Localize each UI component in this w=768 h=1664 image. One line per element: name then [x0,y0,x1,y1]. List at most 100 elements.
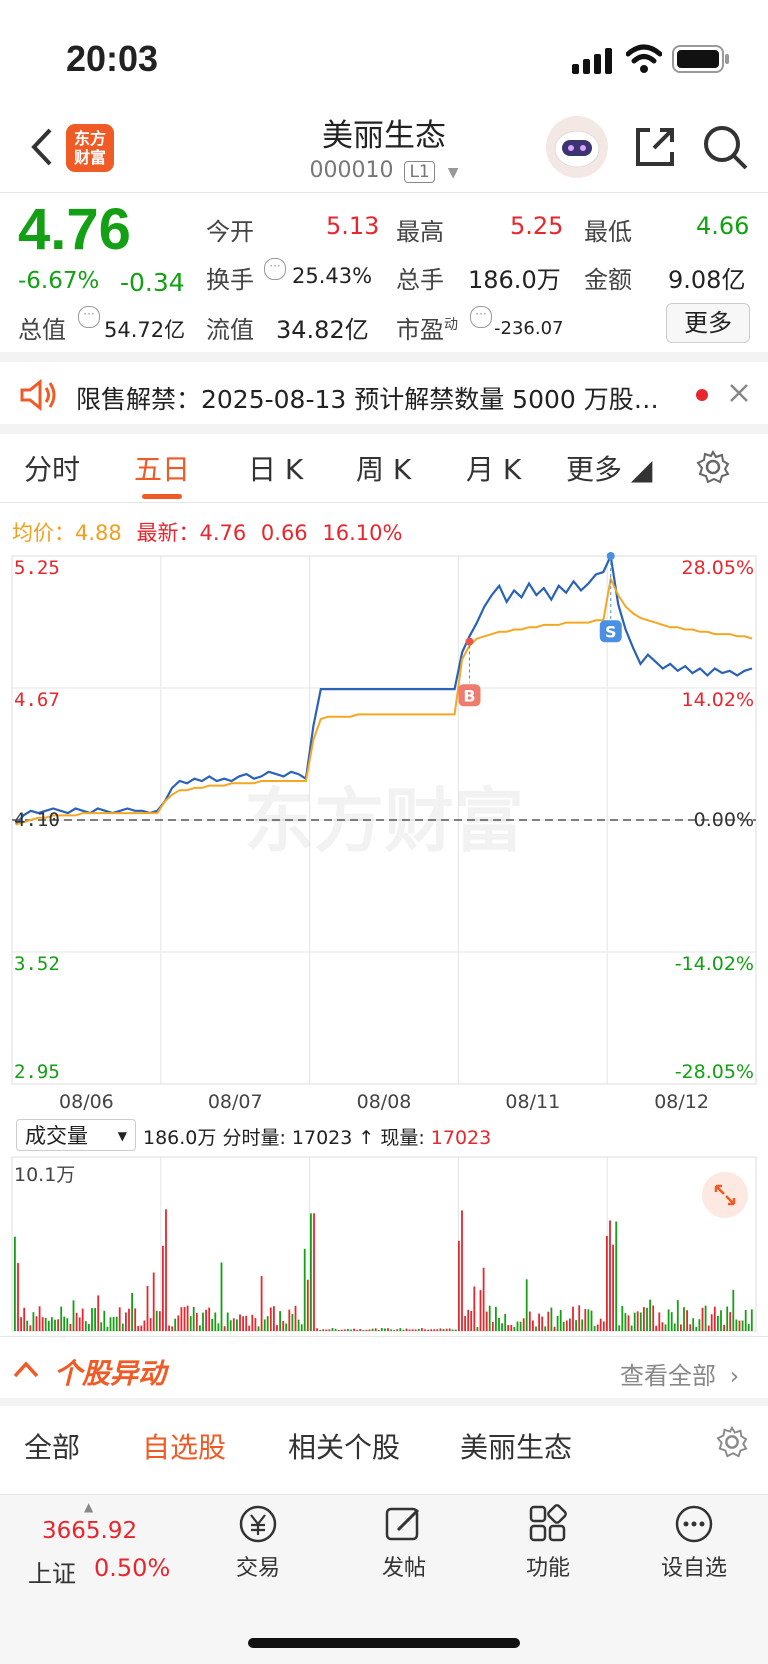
change-pct: -6.67% [18,268,100,294]
volume-bar [263,1319,266,1331]
volume-bar [353,1328,355,1331]
tab-4[interactable]: 月 K [466,448,521,488]
volume-bar [177,1315,180,1331]
add-watch-button[interactable]: 设自选 [654,1504,734,1582]
volume-bar [300,1324,303,1331]
volume-bar [199,1325,201,1331]
tab-1[interactable]: 五日 [134,448,190,499]
share-icon[interactable] [632,124,678,174]
tab-5[interactable]: 更多 ◢ [566,448,652,488]
volume-bar [38,1306,41,1331]
index-pct: 0.50% [94,1554,171,1582]
volume-bar [214,1312,217,1331]
volume-bar [291,1314,294,1331]
volume-bar [704,1305,707,1331]
volume-bar [180,1307,183,1331]
volume-bar [229,1320,232,1331]
volume-bar [78,1317,81,1331]
volume-bar [744,1310,747,1331]
diff-value: 0.66 [260,521,308,545]
info-dots-icon[interactable]: ··· [264,258,286,280]
tab-0[interactable]: 分时 [24,448,80,488]
tab-3[interactable]: 周 K [356,448,411,488]
volume-chart[interactable] [0,1155,768,1335]
volume-bar [587,1309,590,1331]
volume-bar [720,1310,722,1331]
info-dots-icon[interactable]: ··· [470,306,492,328]
volume-bar [729,1312,732,1331]
volume-bar [232,1318,235,1331]
volume-bar [282,1320,285,1331]
filter-tab-0[interactable]: 全部 [24,1426,80,1466]
volume-bar [442,1329,445,1331]
high-label: 最高 [396,218,444,246]
volume-bar [356,1329,359,1331]
x-tick-3: 08/11 [505,1091,560,1113]
pe-value: -236.07 [494,318,564,339]
search-icon[interactable] [702,124,750,176]
view-all-text: 查看全部 [620,1362,716,1390]
volume-bar [35,1316,38,1331]
avg-value: 4.88 [75,521,122,545]
index-value[interactable]: 3665.92 [42,1518,137,1544]
tab-2[interactable]: 日 K [248,448,303,488]
volume-bar [310,1213,312,1331]
volume-bar [44,1317,47,1331]
price-chart[interactable]: 东方财富 5.25 28.05% 4.67 14.02% 4.10 0.00% 3.52 -14… [0,548,768,1118]
volume-bar [91,1308,93,1331]
volume-bar [149,1318,152,1331]
volume-bar [94,1308,96,1331]
robot-avatar-icon[interactable] [546,116,608,178]
volume-bar [454,1329,457,1331]
volume-bar [458,1240,460,1331]
volume-border [11,1156,757,1332]
watermark: 东方财富 [244,780,524,862]
index-up-arrow-icon: ▲ [84,1500,94,1514]
volume-bar [735,1319,738,1331]
notice-text[interactable]: 限售解禁：2025-08-13 预计解禁数量 5000 万股… [76,380,676,416]
volume-bar [581,1319,584,1331]
function-button[interactable]: 功能 [508,1504,588,1582]
close-icon[interactable] [728,382,750,408]
amount-value: 9.08亿 [668,266,746,294]
filter-tab-2[interactable]: 相关个股 [288,1426,400,1466]
volume-selector[interactable]: 成交量 ▼ [16,1119,136,1151]
info-dots-icon[interactable]: ··· [78,306,100,328]
volume-bar [612,1244,614,1331]
volume-bar [294,1305,297,1331]
volume-bar [23,1307,26,1331]
volume-bar [547,1311,550,1331]
volume-bar [285,1323,288,1331]
filter-tab-3[interactable]: 美丽生态 [460,1426,572,1466]
battery-icon [672,45,730,77]
settings-icon[interactable] [696,449,730,488]
last-price: 4.76 [18,197,131,262]
volume-bar [325,1329,328,1331]
volume-bar [186,1305,189,1331]
volume-bar [652,1305,655,1331]
volume-bar [322,1329,325,1331]
function-label: 功能 [525,1556,570,1581]
view-all-link[interactable]: 查看全部 › [620,1356,739,1391]
volume-bar [211,1318,214,1331]
edit-icon [385,1507,420,1541]
filter-settings-icon[interactable] [716,1425,748,1462]
volume-bar [69,1324,72,1331]
chevron-up-icon[interactable] [12,1358,40,1384]
filter-tab-1[interactable]: 自选股 [142,1426,226,1466]
chart-tabs: 分时 五日 日 K 周 K 月 K 更多 ◢ [0,434,768,502]
volume-bar [510,1325,513,1331]
expand-icon[interactable] [702,1172,748,1218]
volume-bar [402,1329,405,1331]
trade-button[interactable]: 交易 [218,1504,298,1582]
post-button[interactable]: 发帖 [364,1504,444,1582]
volume-bar [189,1316,192,1331]
volume-bar [140,1325,143,1331]
more-button[interactable]: 更多 [666,303,750,343]
pe-label-text: 市盈 [396,316,444,344]
level-badge: L1 [404,161,435,183]
volume-bar [387,1328,389,1331]
volume-bar [569,1318,571,1331]
y-right-label-2: 0.00% [694,809,754,831]
volume-bar [331,1328,334,1331]
